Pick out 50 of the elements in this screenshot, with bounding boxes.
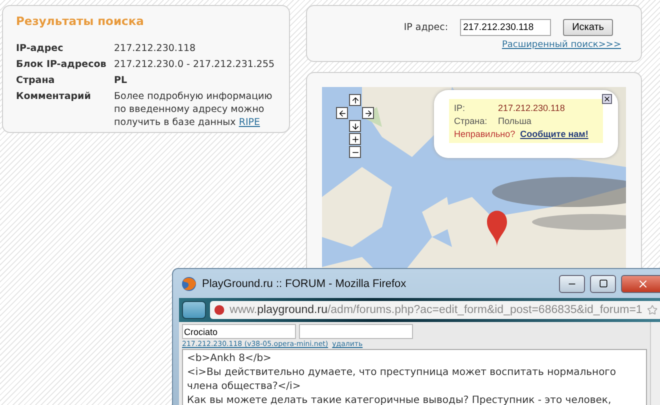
- pan-left-button[interactable]: [336, 107, 348, 119]
- close-button[interactable]: [602, 94, 612, 104]
- table-label: IP-адрес: [16, 42, 64, 55]
- arrow-right-icon: [364, 108, 372, 118]
- zoom-out-button[interactable]: [349, 146, 361, 158]
- table-value: 217.212.230.118: [114, 42, 197, 55]
- pan-right-button[interactable]: [362, 107, 374, 119]
- message-textarea[interactable]: <b>Ankh 8</b> <i>Вы действительно думаете, что преступница может воспитать нормального члена общества?</i> Как вы можете делать такие категоричные выводы? Преступник - это человек,: [182, 349, 647, 405]
- popup-value: Польша: [498, 116, 532, 126]
- site-icon: [214, 304, 225, 316]
- search-button[interactable]: Искать: [563, 19, 613, 36]
- advanced-search-link[interactable]: Расширенный поиск>>>: [502, 40, 621, 50]
- close-icon: [603, 95, 611, 103]
- zoom-in-button[interactable]: [349, 133, 361, 145]
- ripe-link[interactable]: RIPE: [238, 117, 260, 128]
- input-field[interactable]: [299, 324, 413, 339]
- popup-label: Страна:: [454, 116, 488, 126]
- comment-text: Более подробную информацию по введенному адресу можно получить в базе данных RIPE: [114, 90, 274, 129]
- name-input-field[interactable]: Crociato: [182, 324, 296, 339]
- field-label: IP адрес:: [404, 22, 448, 33]
- ip-input-field[interactable]: 217.212.230.118: [460, 19, 552, 36]
- pan-up-button[interactable]: [349, 94, 361, 106]
- popup-value: 217.212.230.118: [498, 103, 566, 113]
- message-line: члена общества?</i>: [187, 380, 302, 394]
- back-button[interactable]: [182, 301, 206, 319]
- arrow-up-icon: [350, 96, 360, 104]
- table-label: Комментарий: [16, 90, 92, 104]
- maximize-button[interactable]: [590, 274, 616, 292]
- pan-down-button[interactable]: [349, 120, 361, 132]
- wrong-question: Неправильно?: [454, 129, 516, 139]
- message-line: <b>Ankh 8</b>: [187, 352, 272, 366]
- message-line: Как вы можете делать такие категоричные выводы? Преступник - это человек,: [187, 394, 612, 405]
- report-link[interactable]: Сообщите нам!: [520, 129, 588, 139]
- message-line: <i>Вы действительно думаете, что преступница может воспитать нормального: [187, 366, 618, 380]
- table-value: 217.212.230.0 - 217.212.231.255: [114, 58, 276, 71]
- plus-icon: [350, 134, 360, 144]
- minimize-button[interactable]: [559, 274, 585, 292]
- address-bar[interactable]: www.playground.ru/adm/forums.php?ac=edit_form&id_post=686835&id_forum=1: [210, 301, 660, 319]
- arrow-left-icon: [338, 108, 346, 118]
- arrow-down-icon: [350, 122, 360, 130]
- table-value: PL: [114, 74, 128, 87]
- popup-label: IP:: [454, 103, 466, 113]
- panel-title: Результаты поиска: [16, 14, 145, 28]
- maximize-icon: [598, 279, 608, 288]
- close-window-button[interactable]: [621, 274, 660, 292]
- close-icon: [637, 278, 649, 290]
- table-label: Страна: [16, 74, 56, 87]
- window-title: PlayGround.ru :: FORUM - Mozilla Firefox: [202, 278, 408, 290]
- table-label: Блок IP-адресов: [16, 58, 108, 71]
- star-icon: [647, 304, 658, 316]
